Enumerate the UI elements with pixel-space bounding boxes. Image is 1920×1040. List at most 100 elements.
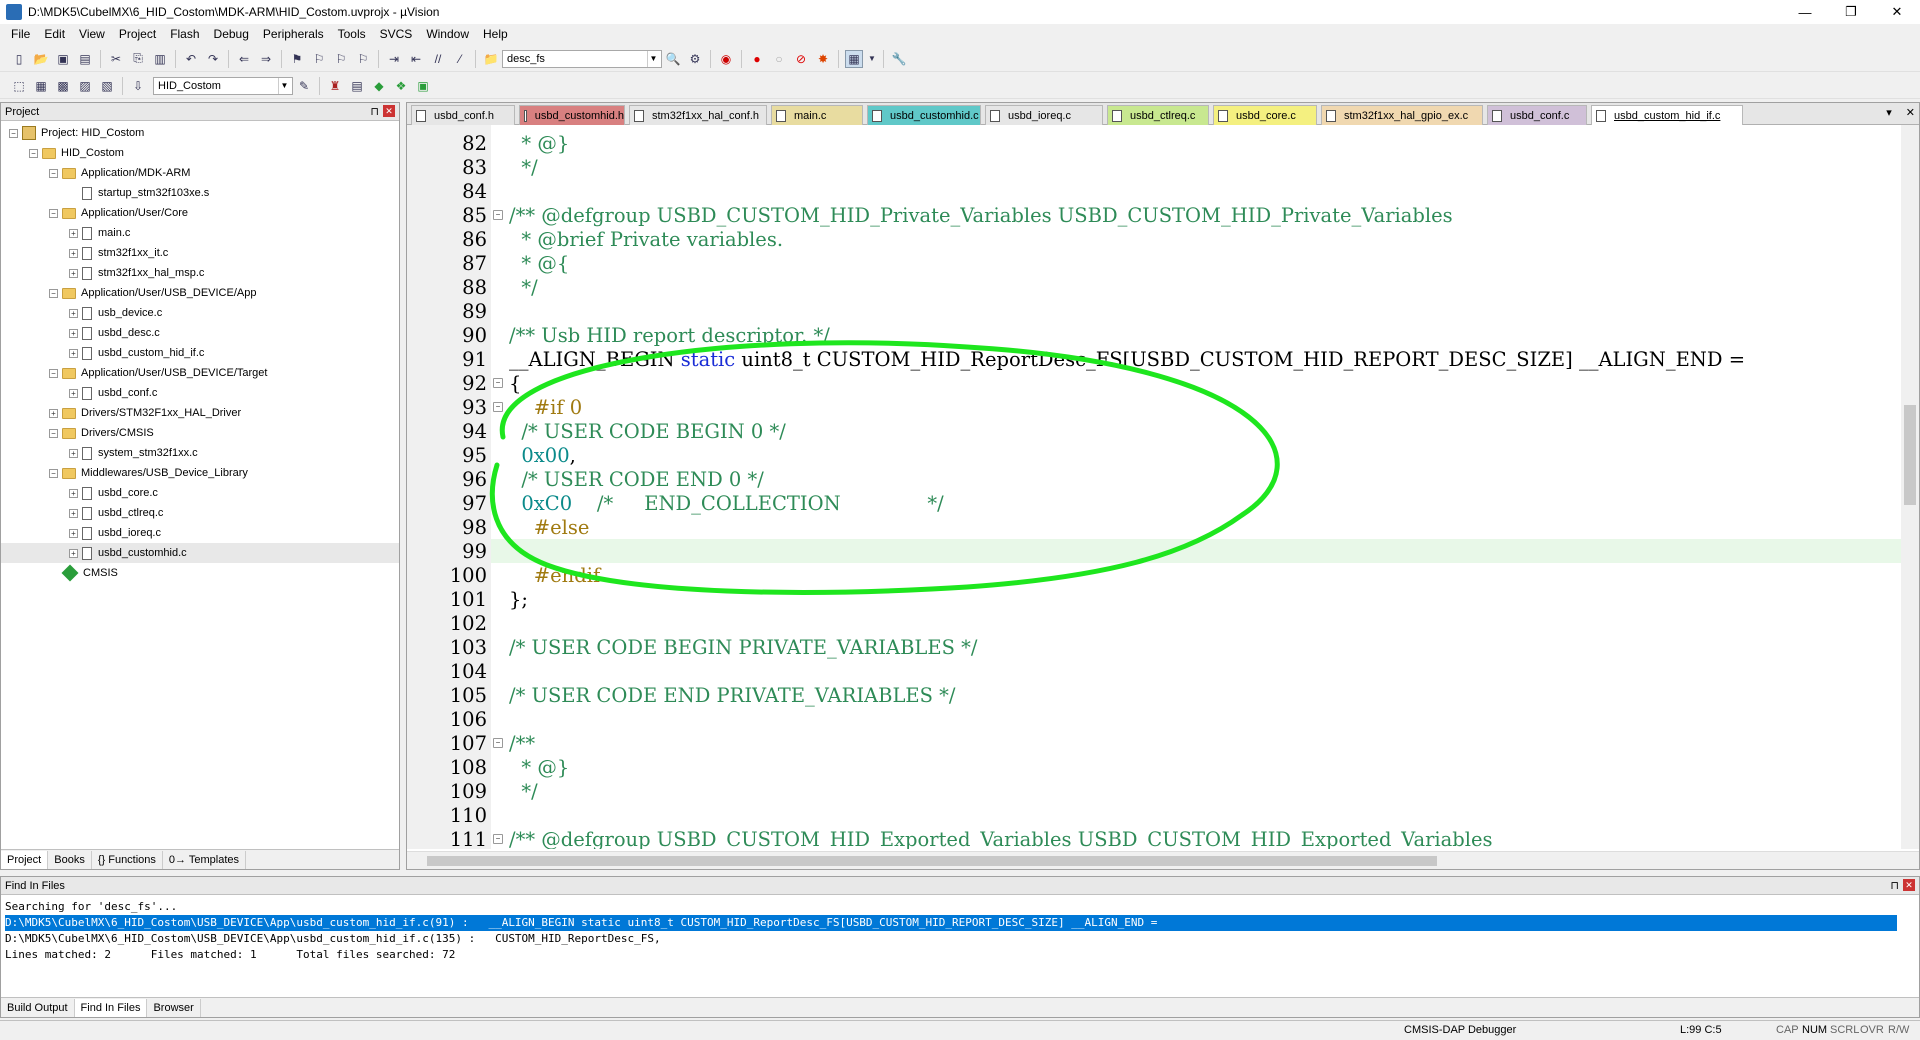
tree-item[interactable]: + system_stm32f1xx.c (1, 443, 399, 463)
find-combo[interactable]: desc_fs ▼ (502, 49, 662, 68)
run-time-env-icon[interactable]: ▣ (414, 77, 432, 95)
bookmark-icon[interactable]: ⚑ (288, 50, 306, 68)
kill-all-breakpoints-icon[interactable]: ✸ (814, 50, 832, 68)
expand-icon[interactable]: + (69, 308, 78, 318)
expand-icon[interactable]: + (69, 348, 78, 358)
uncomment-icon[interactable]: ⁄ (451, 50, 469, 68)
expand-icon[interactable]: + (69, 268, 78, 278)
tree-item[interactable]: + usbd_core.c (1, 483, 399, 503)
cut-icon[interactable]: ✂ (107, 50, 125, 68)
collapse-icon[interactable]: − (49, 208, 58, 218)
tree-item[interactable]: CMSIS (1, 563, 399, 583)
menu-peripherals[interactable]: Peripherals (256, 27, 331, 41)
collapse-icon[interactable]: − (49, 168, 58, 178)
expand-icon[interactable]: + (69, 228, 78, 238)
close-tab-icon[interactable]: ✕ (1906, 106, 1915, 119)
menu-edit[interactable]: Edit (37, 27, 72, 41)
find-in-files-icon[interactable]: 🔍 (664, 50, 682, 68)
menu-svcs[interactable]: SVCS (373, 27, 420, 41)
tree-item[interactable]: − Middlewares/USB_Device_Library (1, 463, 399, 483)
translate-icon[interactable]: ⬚ (10, 77, 28, 95)
pack-installer-icon[interactable]: ◆ (370, 77, 388, 95)
tree-item[interactable]: + usbd_desc.c (1, 323, 399, 343)
window-layout-icon[interactable]: ▦ (845, 49, 863, 68)
rebuild-icon[interactable]: ▩ (54, 77, 72, 95)
menu-window[interactable]: Window (419, 27, 476, 41)
horizontal-scroll-thumb[interactable] (427, 856, 1437, 866)
chevron-down-icon[interactable]: ▼ (867, 50, 877, 68)
collapse-icon[interactable]: − (49, 288, 58, 298)
tab-templates[interactable]: 0→ Templates (163, 850, 247, 869)
save-icon[interactable]: ▣ (54, 50, 72, 68)
tab-browser[interactable]: Browser (147, 998, 201, 1017)
collapse-icon[interactable]: − (49, 428, 58, 438)
menu-view[interactable]: View (72, 27, 112, 41)
tree-item[interactable]: + usbd_custom_hid_if.c (1, 343, 399, 363)
close-button[interactable]: ✕ (1874, 0, 1920, 24)
prev-bookmark-icon[interactable]: ⚐ (310, 50, 328, 68)
collapse-icon[interactable]: − (29, 148, 38, 158)
minimize-button[interactable]: — (1782, 0, 1828, 24)
maximize-button[interactable]: ❐ (1828, 0, 1874, 24)
editor-tab[interactable]: usbd_custom_hid_if.c (1591, 105, 1743, 125)
tree-item[interactable]: + main.c (1, 223, 399, 243)
tree-item[interactable]: + usb_device.c (1, 303, 399, 323)
unindent-icon[interactable]: ⇤ (407, 50, 425, 68)
tree-item[interactable]: startup_stm32f103xe.s (1, 183, 399, 203)
pin-icon[interactable]: ⊓ (370, 105, 379, 118)
close-icon[interactable]: ✕ (383, 105, 395, 117)
nav-forward-icon[interactable]: ⇒ (257, 50, 275, 68)
find-result-line[interactable]: Lines matched: 2 Files matched: 1 Total … (5, 947, 1897, 963)
menu-tools[interactable]: Tools (331, 27, 373, 41)
find-result-line[interactable]: D:\MDK5\CubelMX\6_HID_Costom\USB_DEVICE\… (5, 915, 1897, 931)
tree-item[interactable]: + usbd_ctlreq.c (1, 503, 399, 523)
tree-item[interactable]: − Application/User/USB_DEVICE/App (1, 283, 399, 303)
editor-tab[interactable]: usbd_customhid.c (867, 105, 981, 125)
save-all-icon[interactable]: ▤ (76, 50, 94, 68)
tree-item[interactable]: − Application/User/Core (1, 203, 399, 223)
close-icon[interactable]: ✕ (1903, 879, 1915, 891)
file-extensions-icon[interactable]: ▤ (348, 77, 366, 95)
find-results[interactable]: Searching for 'desc_fs'... D:\MDK5\CubelM… (5, 899, 1897, 963)
editor-tab[interactable]: usbd_customhid.h (519, 105, 625, 125)
breakpoint-icon[interactable]: ● (748, 50, 766, 68)
undo-icon[interactable]: ↶ (182, 50, 200, 68)
tab-books[interactable]: Books (48, 850, 92, 869)
editor-tab[interactable]: usbd_ioreq.c (985, 105, 1103, 125)
editor-tab[interactable]: stm32f1xx_hal_gpio_ex.c (1321, 105, 1483, 125)
tree-item[interactable]: + usbd_customhid.c (1, 543, 399, 563)
editor-tab[interactable]: usbd_core.c (1213, 105, 1317, 125)
expand-icon[interactable]: + (69, 548, 78, 558)
indent-icon[interactable]: ⇥ (385, 50, 403, 68)
tree-item[interactable]: + stm32f1xx_hal_msp.c (1, 263, 399, 283)
menu-debug[interactable]: Debug (207, 27, 256, 41)
collapse-icon[interactable]: − (49, 368, 58, 378)
vertical-scrollbar[interactable] (1901, 125, 1919, 849)
editor-tab[interactable]: stm32f1xx_hal_conf.h (629, 105, 767, 125)
expand-icon[interactable]: + (69, 388, 78, 398)
configure-icon[interactable]: 🔧 (890, 50, 908, 68)
comment-icon[interactable]: // (429, 50, 447, 68)
find-result-line[interactable]: Searching for 'desc_fs'... (5, 899, 1897, 915)
editor-tab[interactable]: main.c (771, 105, 863, 125)
editor-tab[interactable]: usbd_conf.c (1487, 105, 1587, 125)
disable-all-breakpoints-icon[interactable]: ⊘ (792, 50, 810, 68)
tree-item[interactable]: + usbd_conf.c (1, 383, 399, 403)
target-combo[interactable]: HID_Costom ▼ (153, 76, 293, 95)
debug-session-icon[interactable]: ◉ (717, 50, 735, 68)
incremental-find-icon[interactable]: ⚙ (686, 50, 704, 68)
tree-item[interactable]: + usbd_ioreq.c (1, 523, 399, 543)
disable-breakpoint-icon[interactable]: ○ (770, 50, 788, 68)
menu-file[interactable]: File (4, 27, 37, 41)
expand-icon[interactable]: + (69, 248, 78, 258)
new-file-icon[interactable]: ▯ (10, 50, 28, 68)
tree-item[interactable]: − HID_Costom (1, 143, 399, 163)
expand-icon[interactable]: + (69, 528, 78, 538)
menu-project[interactable]: Project (112, 27, 163, 41)
expand-icon[interactable]: + (49, 408, 58, 418)
select-packs-icon[interactable]: ❖ (392, 77, 410, 95)
editor-tab[interactable]: usbd_ctlreq.c (1107, 105, 1209, 125)
next-bookmark-icon[interactable]: ⚐ (332, 50, 350, 68)
chevron-down-icon[interactable]: ▼ (278, 77, 290, 94)
build-icon[interactable]: ▦ (32, 77, 50, 95)
